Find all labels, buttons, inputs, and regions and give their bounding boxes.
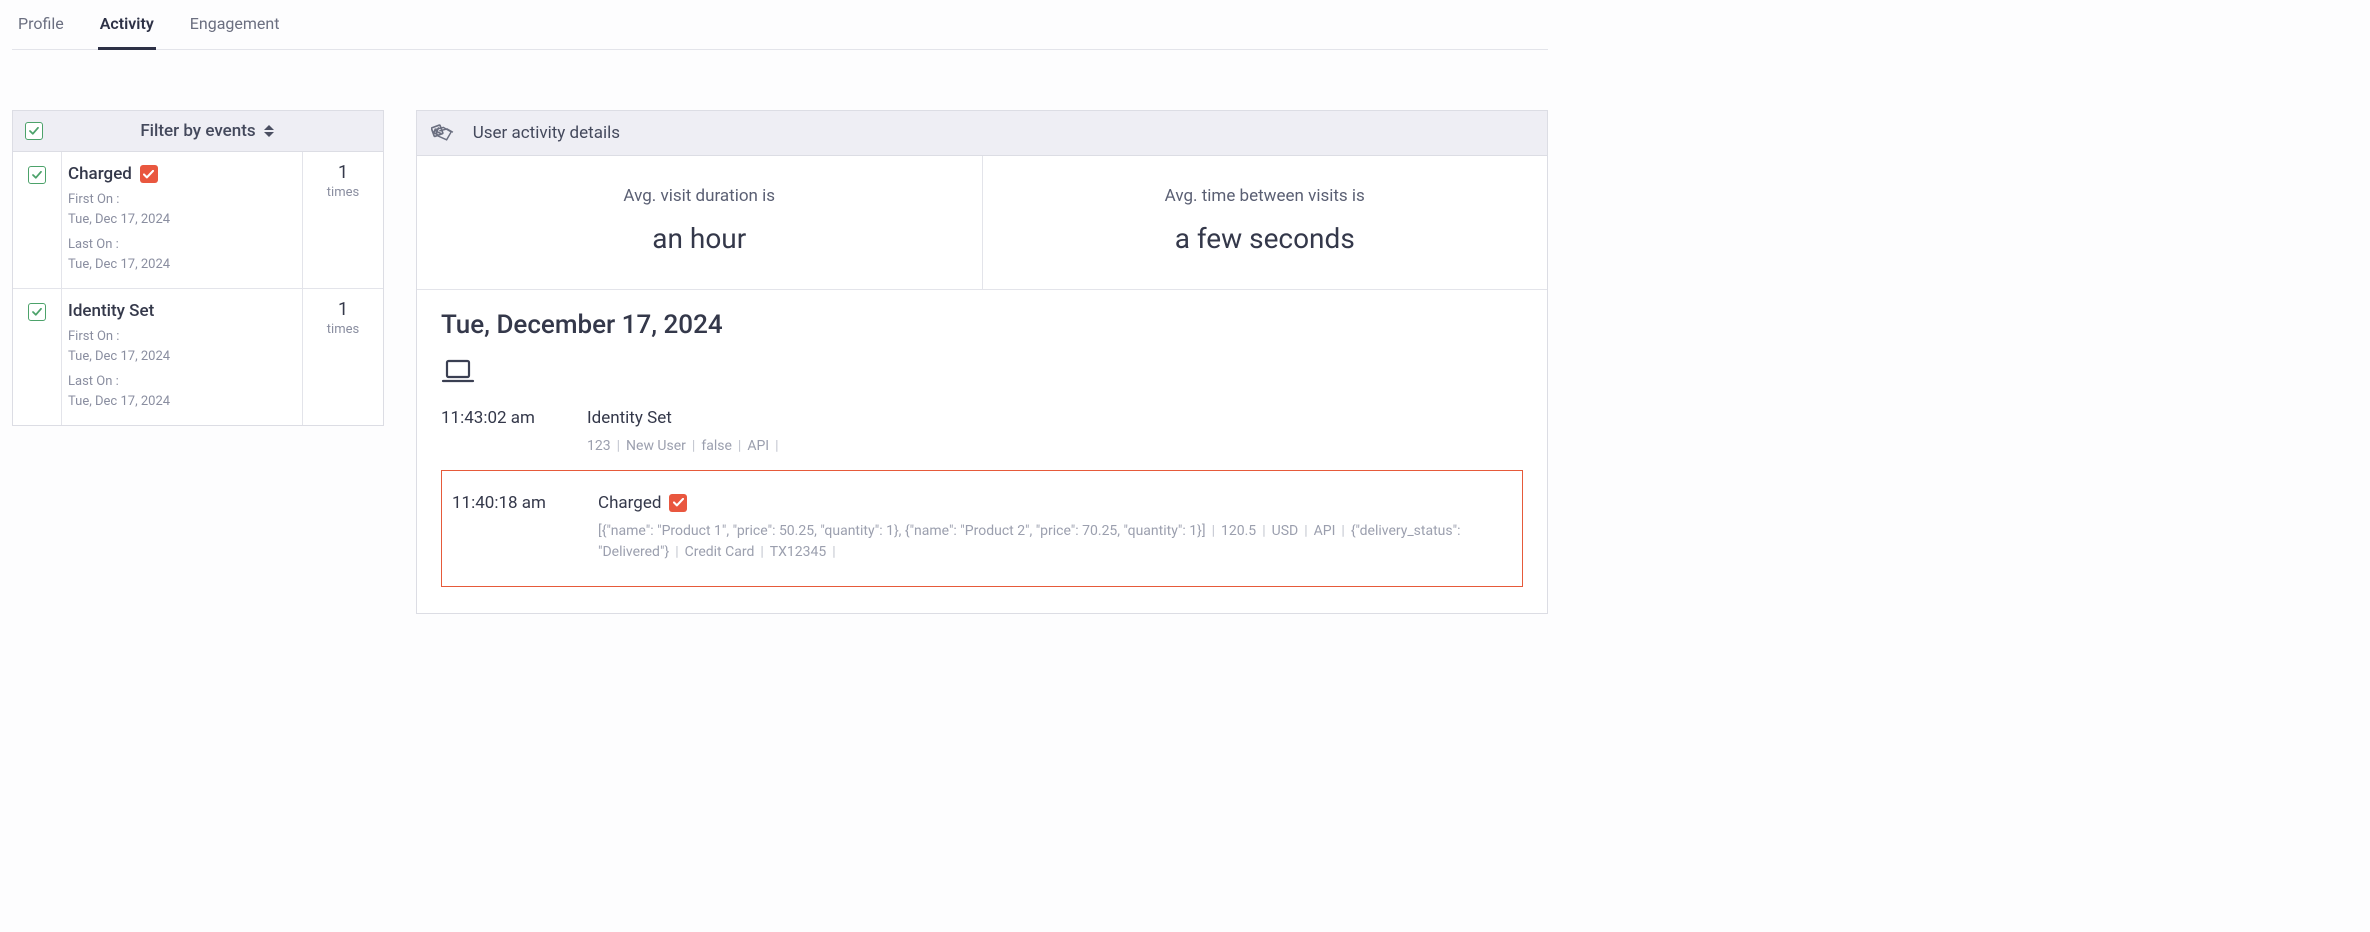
activity-date-heading: Tue, December 17, 2024 (441, 310, 1523, 340)
activity-event[interactable]: 11:43:02 am Identity Set 123|New User|fals… (441, 390, 1523, 468)
event-name: Identity Set (68, 301, 154, 321)
event-time: 11:40:18 am (452, 493, 568, 564)
event-first-on: First On :Tue, Dec 17, 2024 (68, 327, 292, 366)
sort-toggle-icon[interactable] (264, 125, 274, 137)
event-last-on: Last On :Tue, Dec 17, 2024 (68, 372, 292, 411)
stat-label: Avg. visit duration is (427, 186, 972, 206)
event-count: 1 (303, 299, 383, 320)
event-detail-value: 120.5 (1221, 523, 1256, 539)
filter-all-checkbox[interactable] (25, 122, 43, 140)
stats-row: Avg. visit duration is an hour Avg. time… (417, 156, 1547, 290)
details-header-title: User activity details (473, 123, 620, 143)
event-count-label: times (303, 185, 383, 200)
details-header: User activity details (417, 111, 1547, 156)
stat-value: a few seconds (993, 222, 1538, 255)
event-detail-value: TX12345 (770, 544, 826, 560)
event-checkbox[interactable] (28, 166, 46, 184)
charged-badge-icon (669, 494, 687, 512)
tab-engagement[interactable]: Engagement (188, 8, 282, 49)
event-detail-value: 123 (587, 438, 611, 454)
sub-nav-tabs: Profile Activity Engagement (12, 0, 1548, 50)
event-checkbox[interactable] (28, 303, 46, 321)
event-detail-value: API (747, 438, 769, 454)
event-detail-value: false (701, 438, 732, 454)
laptop-icon (441, 358, 1523, 390)
event-detail-line: [{"name": "Product 1", "price": 50.25, "… (598, 521, 1512, 564)
event-count: 1 (303, 162, 383, 183)
event-count-label: times (303, 322, 383, 337)
activity-event-highlighted[interactable]: 11:40:18 am Charged [{"name": "Product 1",… (441, 470, 1523, 587)
event-first-on: First On :Tue, Dec 17, 2024 (68, 190, 292, 229)
event-title: Charged (598, 493, 661, 513)
tag-icon (431, 121, 455, 145)
filter-event-row[interactable]: Identity Set First On :Tue, Dec 17, 2024 L… (13, 289, 383, 425)
event-detail-line: 123|New User|false|API| (587, 436, 1523, 458)
stat-value: an hour (427, 222, 972, 255)
event-detail-value: New User (626, 438, 686, 454)
event-detail-value: [{"name": "Product 1", "price": 50.25, "… (598, 523, 1206, 539)
filter-event-row[interactable]: Charged First On :Tue, Dec 17, 2024 Last O… (13, 152, 383, 289)
tab-activity[interactable]: Activity (98, 8, 156, 50)
event-detail-value: USD (1272, 523, 1299, 539)
stat-visit-duration: Avg. visit duration is an hour (417, 156, 983, 289)
event-name: Charged (68, 164, 132, 184)
filter-header: Filter by events (13, 111, 383, 152)
event-time: 11:43:02 am (441, 408, 557, 458)
event-detail-value: API (1314, 523, 1336, 539)
event-title: Identity Set (587, 408, 672, 428)
stat-label: Avg. time between visits is (993, 186, 1538, 206)
event-detail-value: Credit Card (685, 544, 755, 560)
stat-time-between: Avg. time between visits is a few second… (983, 156, 1548, 289)
activity-details-panel: User activity details Avg. visit duratio… (416, 110, 1548, 614)
filter-header-title: Filter by events (140, 121, 255, 141)
filter-by-events-panel: Filter by events Charged First On :Tue, D… (12, 110, 384, 426)
tab-profile[interactable]: Profile (16, 8, 66, 49)
event-last-on: Last On :Tue, Dec 17, 2024 (68, 235, 292, 274)
charged-badge-icon (140, 165, 158, 183)
